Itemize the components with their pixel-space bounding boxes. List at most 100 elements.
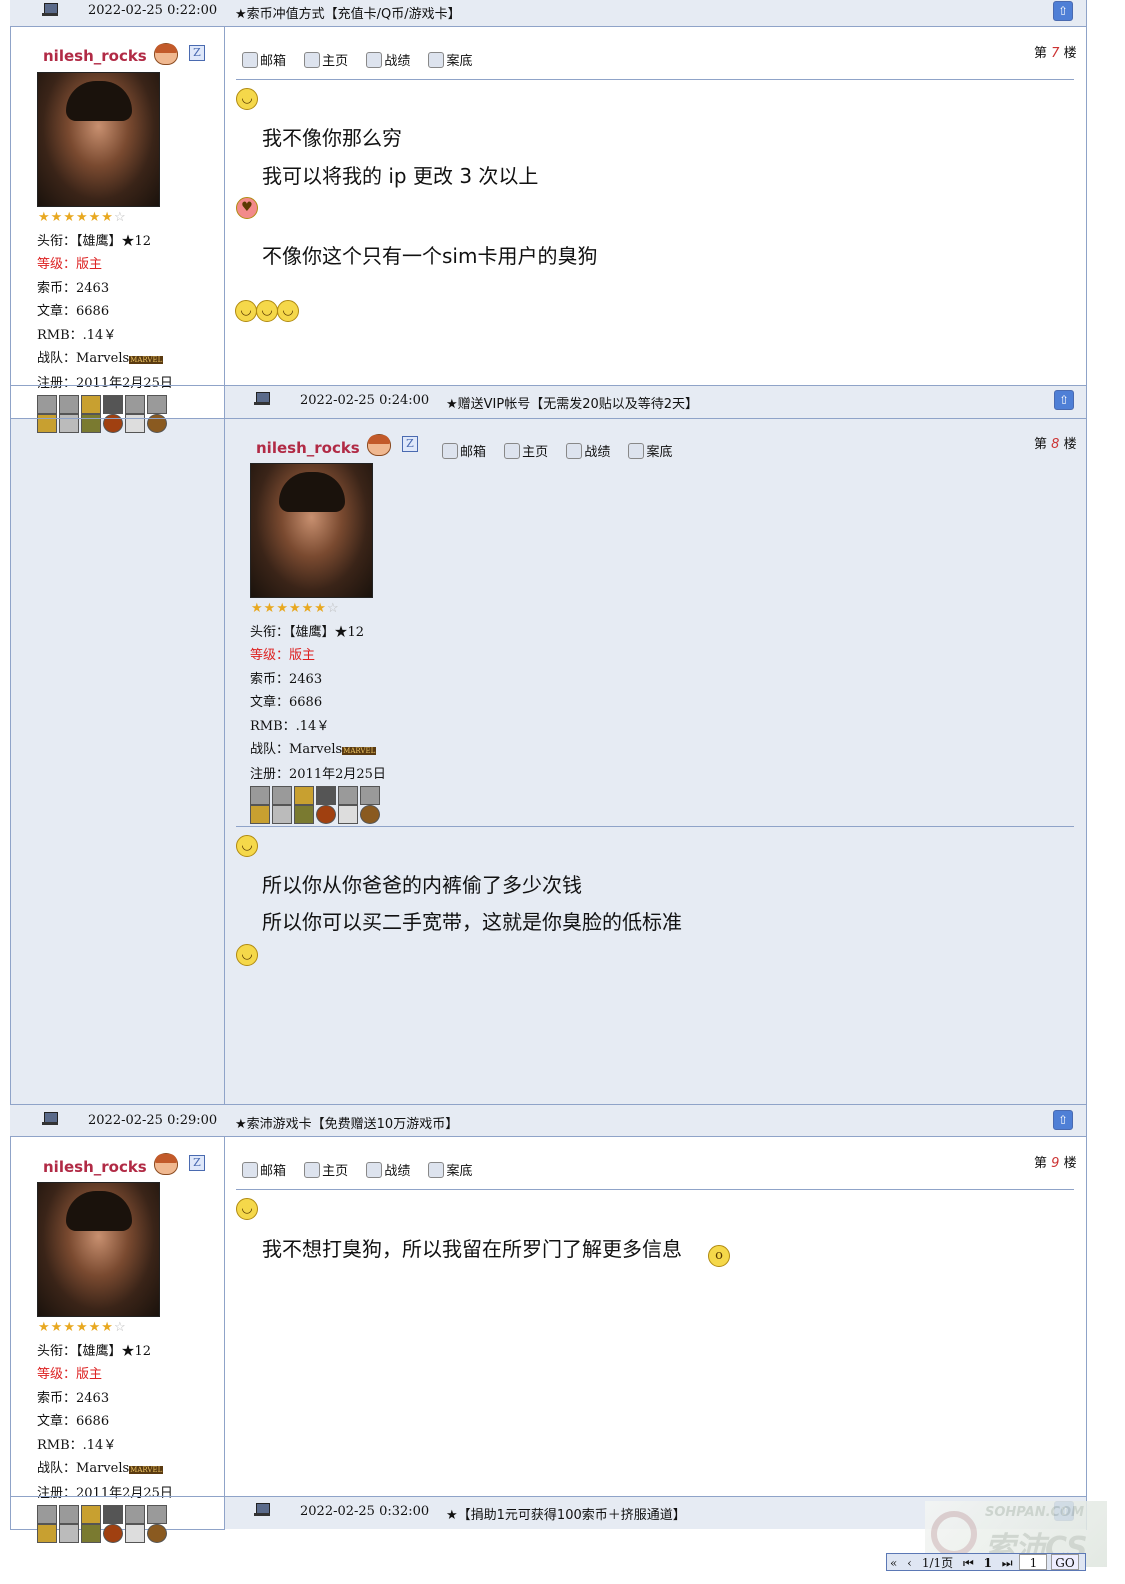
username[interactable]: nilesh_rocks (43, 1158, 147, 1176)
medal-icon (360, 805, 380, 824)
user-links: 邮箱 主页 战绩 案底 (242, 50, 486, 69)
medal-icon (37, 1524, 57, 1543)
home-icon (504, 443, 521, 459)
medal-icon (125, 414, 145, 433)
scroll-top-icon[interactable]: ⇧ (1054, 390, 1074, 410)
home-link[interactable]: 主页 (304, 1160, 348, 1179)
wink-icon: ◡ (236, 944, 258, 966)
avatar-face-icon (154, 43, 178, 65)
current-page[interactable]: 1 (981, 1555, 995, 1571)
medal-icon (81, 1505, 101, 1524)
post-time: 2022-02-25 0:32:00 (300, 1504, 430, 1519)
username[interactable]: nilesh_rocks (43, 47, 147, 65)
avatar[interactable] (37, 72, 160, 207)
username[interactable]: nilesh_rocks (256, 439, 360, 457)
post-time: 2022-02-25 0:24:00 (300, 393, 430, 408)
rating-stars: ★★★★★★☆ (38, 210, 127, 225)
floor-number: 第 8 楼 (1034, 437, 1077, 452)
medal-icon (316, 786, 336, 805)
computer-icon (254, 392, 270, 406)
forum-thread-page: 2022-02-25 0:22:00 ★索币冲值方式【充值卡/Q币/游戏卡】 ⇧… (0, 0, 1125, 1584)
post-time: 2022-02-25 0:22:00 (88, 3, 218, 18)
mail-icon (242, 52, 258, 68)
medal-icon (37, 1505, 57, 1524)
archive-icon (428, 1162, 445, 1178)
archive-link[interactable]: 案底 (428, 1160, 472, 1179)
home-link[interactable]: 主页 (504, 441, 548, 460)
page-input[interactable]: 1 (1019, 1554, 1048, 1570)
home-link[interactable]: 主页 (304, 50, 348, 69)
smile-icon: ◡ (236, 88, 258, 110)
rating-stars: ★★★★★★☆ (38, 1320, 127, 1335)
computer-icon (254, 1503, 270, 1517)
promo-link[interactable]: ★赠送VIP帐号【无需发20贴以及等待2天】 (446, 393, 698, 412)
medal-icon (125, 1505, 145, 1524)
medal-icon (81, 414, 101, 433)
medal-icon (338, 805, 358, 824)
medal-icon (316, 805, 336, 824)
scroll-top-icon[interactable]: ⇧ (1053, 1, 1073, 21)
computer-icon (42, 1112, 58, 1126)
archive-icon (428, 52, 445, 68)
row-border (10, 418, 1086, 419)
team-badge: MARVEL (129, 356, 164, 365)
cool-icon: ◡ (277, 300, 299, 322)
first-page-button[interactable]: ⏮ (960, 1555, 977, 1571)
soldier-icon (566, 443, 583, 459)
medal-icon (103, 395, 123, 414)
medals (37, 395, 173, 435)
avatar[interactable] (250, 463, 373, 598)
floor-number: 第 7 楼 (1034, 46, 1077, 61)
user-links: 邮箱 主页 战绩 案底 (442, 441, 686, 460)
medal-icon (125, 395, 145, 414)
medal-icon (59, 395, 79, 414)
go-button[interactable]: GO (1051, 1554, 1079, 1570)
medal-icon (250, 786, 270, 805)
promo-link[interactable]: ★索沛游戏卡【免费赠送10万游戏币】 (235, 1113, 458, 1132)
post-time: 2022-02-25 0:29:00 (88, 1113, 218, 1128)
blush-icon: o (708, 1245, 730, 1267)
record-link[interactable]: 战绩 (366, 50, 410, 69)
archive-link[interactable]: 案底 (428, 50, 472, 69)
mail-link[interactable]: 邮箱 (442, 441, 486, 460)
medal-icon (250, 805, 270, 824)
team-badge: MARVEL (129, 1466, 164, 1475)
team-badge: MARVEL (342, 747, 377, 756)
promo-link[interactable]: ★【捐助1元可获得100索币＋挤服通道】 (446, 1504, 686, 1523)
archive-link[interactable]: 案底 (628, 441, 672, 460)
medal-icon (272, 805, 292, 824)
avatar-face-icon (367, 434, 391, 456)
post-8-background (10, 418, 1086, 1105)
post-divider (236, 1189, 1074, 1190)
smile-icon: ◡ (236, 1198, 258, 1220)
medal-icon (37, 414, 57, 433)
cool-icon: ◡ (235, 300, 257, 322)
medal-icon (59, 1505, 79, 1524)
mail-link[interactable]: 邮箱 (242, 50, 286, 69)
avatar[interactable] (37, 1182, 160, 1317)
post-bar: 2022-02-25 0:24:00 ★赠送VIP帐号【无需发20贴以及等待2天… (225, 386, 1086, 418)
promo-link[interactable]: ★索币冲值方式【充值卡/Q币/游戏卡】 (235, 3, 461, 22)
post-text: 不像你这个只有一个sim卡用户的臭狗 (262, 244, 598, 268)
prev-page-icon[interactable]: ‹ (904, 1555, 915, 1571)
mail-link[interactable]: 邮箱 (242, 1160, 286, 1179)
love-icon: ♥ (236, 197, 258, 219)
post-bar: 2022-02-25 0:29:00 ★索沛游戏卡【免费赠送10万游戏币】 ⇧ (10, 1104, 1086, 1137)
medal-icon (360, 786, 380, 805)
medal-icon (59, 414, 79, 433)
medal-icon (147, 1524, 167, 1543)
avatar-face-icon (154, 1153, 178, 1175)
post-text: 我不像你那么穷 (262, 126, 402, 150)
record-link[interactable]: 战绩 (566, 441, 610, 460)
medal-icon (147, 1505, 167, 1524)
post-text: 所以你从你爸爸的内裤偷了多少次钱 (262, 873, 582, 897)
post-bar: 2022-02-25 0:22:00 ★索币冲值方式【充值卡/Q币/游戏卡】 ⇧ (10, 0, 1086, 27)
table-border-right (1086, 0, 1087, 1530)
post-text: 我可以将我的 ip 更改 3 次以上 (262, 164, 539, 188)
record-link[interactable]: 战绩 (366, 1160, 410, 1179)
medal-icon (81, 1524, 101, 1543)
last-page-button[interactable]: ⏭ (999, 1555, 1016, 1571)
column-divider (224, 0, 225, 1530)
first-page-icon[interactable]: « (887, 1555, 900, 1571)
scroll-top-icon[interactable]: ⇧ (1053, 1110, 1073, 1130)
